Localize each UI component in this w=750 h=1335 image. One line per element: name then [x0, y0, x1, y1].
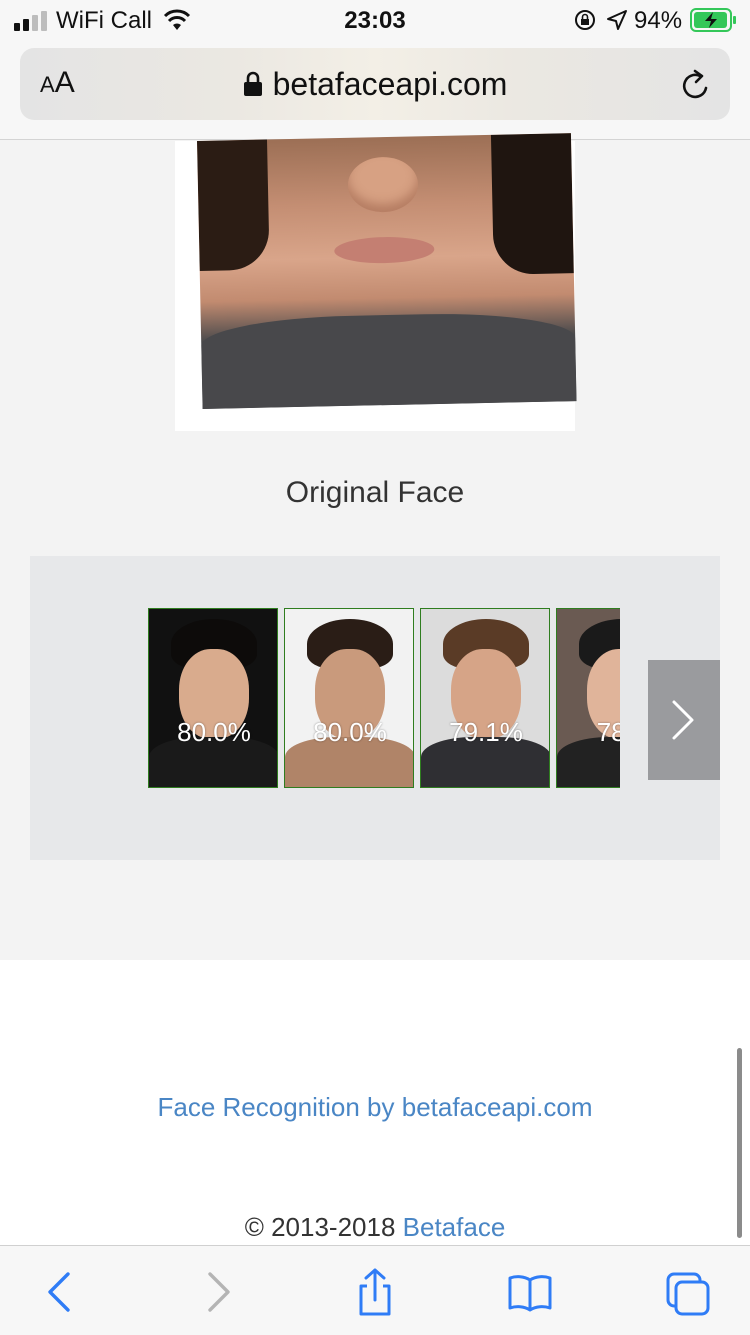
browser-toolbar — [0, 1245, 750, 1335]
share-icon[interactable] — [353, 1268, 397, 1316]
chevron-right-icon — [672, 700, 694, 740]
match-score: 78.1 — [596, 717, 620, 747]
battery-charging-icon — [690, 8, 736, 32]
lock-icon — [243, 71, 262, 96]
match-thumbnail[interactable]: 80.0% — [284, 608, 414, 788]
back-icon[interactable] — [38, 1268, 82, 1316]
url-text: betafaceapi.com — [272, 66, 508, 102]
copyright-notice: © 2013-2018 Betaface — [244, 1212, 506, 1242]
original-face-frame — [175, 133, 577, 431]
carousel-next-button[interactable] — [648, 660, 720, 780]
match-thumbnail[interactable]: 80.0% — [148, 608, 278, 788]
match-thumbnail[interactable]: 79.1% — [420, 608, 550, 788]
match-score: 80.0% — [313, 717, 387, 747]
face-recognition-link[interactable]: Face Recognition by betafaceapi.com — [0, 1092, 750, 1123]
betaface-link[interactable]: Betaface — [403, 1212, 506, 1242]
forward-icon[interactable] — [196, 1268, 240, 1316]
match-carousel: 80.0% 80.0% 79.1% 78.1 — [30, 556, 720, 860]
address-bar[interactable]: AA betafaceapi.com — [20, 48, 730, 120]
match-score: 79.1% — [449, 717, 523, 747]
battery-percentage: 94% — [634, 7, 683, 34]
match-thumbnails: 80.0% 80.0% 79.1% 78.1 — [148, 608, 620, 790]
wifi-icon — [163, 9, 191, 30]
cellular-signal-icon — [14, 11, 47, 31]
page-footer: Face Recognition by betafaceapi.com © 20… — [0, 960, 750, 1250]
tabs-icon[interactable] — [666, 1268, 710, 1316]
orientation-lock-icon — [575, 10, 595, 30]
reload-icon[interactable] — [680, 68, 712, 102]
original-face-caption: Original Face — [285, 476, 465, 509]
status-bar: WiFi Call 23:03 94% — [0, 0, 750, 42]
original-face-photo — [197, 133, 577, 409]
scrollbar[interactable] — [737, 1048, 742, 1238]
carrier-label: WiFi Call — [56, 7, 152, 34]
url-display[interactable]: betafaceapi.com — [20, 66, 730, 103]
bookmarks-icon[interactable] — [508, 1268, 552, 1316]
location-arrow-icon — [607, 10, 627, 30]
match-thumbnail[interactable]: 78.1 — [556, 608, 620, 788]
match-score: 80.0% — [177, 717, 251, 747]
browser-top-chrome: WiFi Call 23:03 94% AA betafaceapi.com — [0, 0, 750, 140]
